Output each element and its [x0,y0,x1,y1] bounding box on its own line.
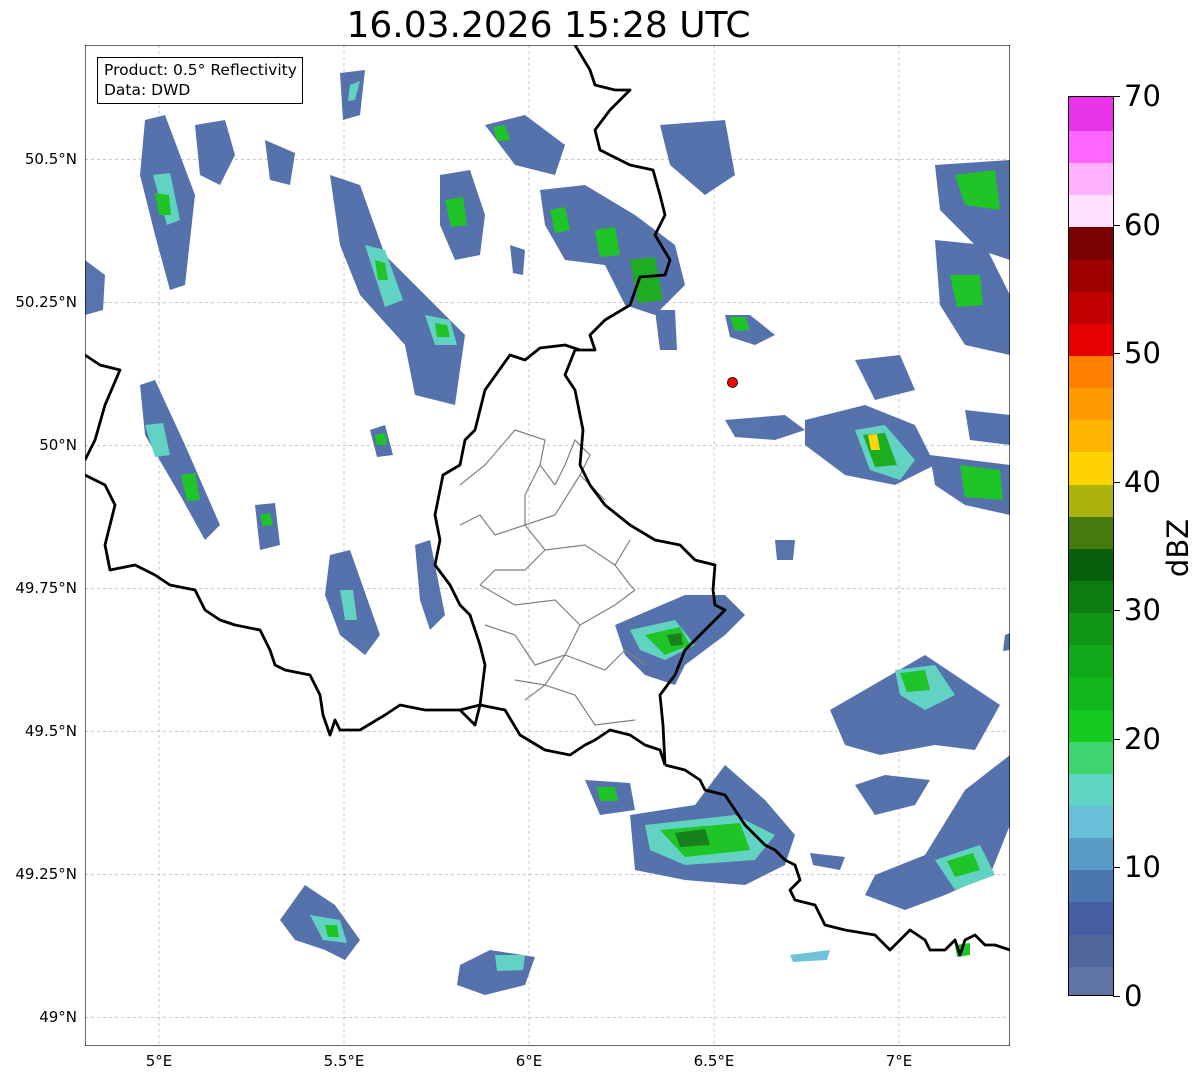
colorbar-tick-label: 40 [1124,464,1161,499]
colorbar-segment [1069,482,1113,517]
colorbar-segment [1069,868,1113,903]
lat-tick-label: 50.5°N [24,150,77,169]
colorbar-segment [1069,418,1113,453]
lat-tick-label: 49°N [39,1008,77,1027]
colorbar-segment [1069,257,1113,292]
lon-tick-label: 6°E [515,1052,543,1070]
colorbar-segment [1069,547,1113,581]
lon-tick-label: 5°E [145,1052,173,1070]
lat-tick-label: 49.75°N [15,579,77,598]
product-info-box: Product: 0.5° Reflectivity Data: DWD [97,57,303,104]
colorbar-segment [1069,579,1113,614]
colorbar-tick-label: 50 [1124,336,1161,371]
colorbar-segment [1069,900,1113,935]
colorbar-tick [1113,610,1120,612]
echo-cell [375,433,387,445]
colorbar-segment [1069,354,1113,389]
colorbar-tick-label: 30 [1124,593,1161,628]
colorbar-tick [1113,353,1120,355]
echo-cell [597,787,618,801]
colorbar-unit-label: dBZ [1161,518,1195,578]
lon-tick-label: 5.5°E [323,1052,365,1070]
colorbar-tick [1113,996,1120,997]
colorbar-tick-label: 20 [1124,721,1161,756]
lon-tick-label: 7°E [885,1052,913,1070]
echo-cell [960,465,1003,500]
colorbar-segment [1069,707,1113,742]
colorbar-segment [1069,739,1113,774]
lon-tick-label: 6.5°E [693,1052,735,1070]
colorbar-segment [1069,289,1113,324]
echo-cell [495,955,525,971]
colorbar-tick-label: 60 [1124,207,1161,242]
lat-tick-label: 49.25°N [15,865,77,884]
colorbar-tick [1113,867,1120,869]
map-title: 16.03.2026 15:28 UTC [346,5,751,46]
radar-site-marker [727,377,738,388]
colorbar-tick-label: 70 [1124,79,1161,113]
colorbar-segment [1069,450,1113,485]
lat-tick-label: 49.5°N [24,722,77,741]
radar-map[interactable] [85,45,1010,1046]
colorbar-segment [1069,932,1113,967]
colorbar-segment [1069,97,1113,131]
colorbar-tick-label: 10 [1124,850,1161,885]
colorbar-tick [1113,481,1120,483]
colorbar-segment [1069,643,1113,678]
colorbar-segment [1069,964,1113,995]
colorbar-segment [1069,386,1113,421]
colorbar-segment [1069,804,1113,839]
lat-tick-label: 50°N [39,436,77,455]
colorbar-segment [1069,611,1113,646]
data-source-label: Data: DWD [104,81,191,99]
lat-tick-label: 50.25°N [15,293,77,312]
colorbar-segment [1069,836,1113,871]
colorbar-segment [1069,322,1113,356]
colorbar [1068,96,1114,996]
colorbar-segment [1069,225,1113,260]
colorbar-segment [1069,129,1113,164]
echo-cell [965,410,1010,445]
colorbar-segment [1069,193,1113,228]
colorbar-tick-label: 0 [1124,979,1143,1013]
echo-cell [775,540,795,560]
colorbar-tick [1113,96,1120,97]
colorbar-segment [1069,772,1113,806]
colorbar-tick [1113,738,1120,740]
colorbar-segment [1069,675,1113,710]
colorbar-segment [1069,514,1113,549]
colorbar-tick [1113,224,1120,226]
product-label: Product: 0.5° Reflectivity [104,61,297,79]
colorbar-segment [1069,161,1113,196]
